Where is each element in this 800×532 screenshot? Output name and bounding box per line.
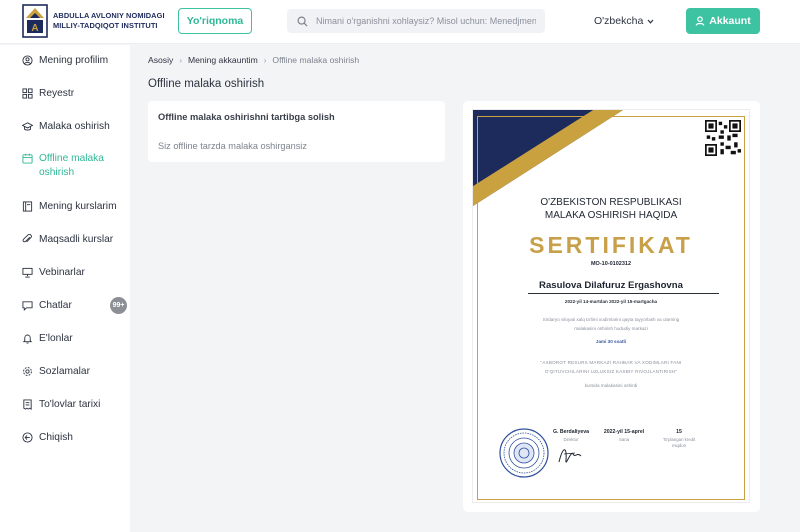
sidebar-item-registry[interactable]: Reyestr [22,87,130,101]
certificate-description-line-2: malakasini oshirish hududiy markazi [574,326,648,331]
signature-icon [558,449,582,463]
issue-date-label: Sana [618,437,630,442]
receipt-icon [23,399,32,410]
logo-line-2: MILLIY-TADQIQOT INSTITUTI [53,21,158,30]
certificate-heading: O'ZBEKISTON RESPUBLIKASI MALAKA OSHIRISH… [473,196,749,222]
certificate-topic-line-1: "AXBOROT RESURS MARKAZI RAHBAR VA XODIML… [540,360,682,365]
issue-date-value: 2022-yil 15-aprel [603,429,645,435]
sidebar-item-label: Mening kurslarim [39,201,117,212]
sidebar-item-my-courses[interactable]: Mening kurslarim [22,200,130,214]
chevron-right-icon: › [179,55,182,65]
account-button[interactable]: Akkaunt [686,8,760,34]
sidebar-item-label: Offline malaka oshirish [39,153,104,178]
certificate-holder-name: Rasulova Dilafuruz Ergashovna [539,280,683,291]
breadcrumb-current: Offline malaka oshirish [272,55,360,65]
certificate-hours: Jami 30 soatli [595,339,627,344]
account-label: Akkaunt [709,15,751,27]
sidebar-item-label: Reyestr [39,88,75,99]
certificate-heading-line-1: O'ZBEKISTON RESPUBLIKASI [540,197,682,208]
sidebar-item-label: Maqsadli kurslar [39,234,114,245]
language-label: O'zbekcha [594,15,644,27]
official-seal-icon [499,428,549,478]
breadcrumb: Asosiy › Mening akkauntim › Offline mala… [148,55,359,65]
sidebar-item-label: E'lonlar [39,333,73,344]
sidebar-item-webinars[interactable]: Vebinarlar [22,266,130,280]
certificate-title: SERTIFIKAT [529,232,693,258]
user-circle-icon [22,55,33,66]
certificate-heading-line-2: MALAKA OSHIRISH HAQIDA [544,210,678,221]
search-input[interactable] [316,16,536,26]
paperclip-icon [22,234,32,243]
institute-logo[interactable]: A ABDULLA AVLONIY NOMIDAGI MILLIY-TADQIQ… [22,4,165,38]
director-block: G. Berdaliyeva Direktor [545,429,597,443]
credit-label-line-2: miqdori [671,443,687,448]
breadcrumb-account[interactable]: Mening akkauntim [188,55,258,65]
graduation-cap-icon [22,122,33,131]
breadcrumb-home[interactable]: Asosiy [148,55,173,65]
search-box[interactable] [287,9,545,33]
top-header: A ABDULLA AVLONIY NOMIDAGI MILLIY-TADQIQ… [0,0,800,44]
certificate-number: MO-10-0102312 [590,261,632,267]
chevron-down-icon [647,19,654,24]
user-icon [695,16,705,26]
sidebar-item-offline-training[interactable]: Offline malaka oshirish [22,152,130,180]
certificate-description: Sirdaryo viloyati xalq ta'limi xodimlari… [473,315,749,333]
logout-icon [22,432,33,443]
bell-icon [22,334,33,344]
certificate-completion-text: kursida malakasini oshirdi [584,383,638,388]
sidebar-item-profile[interactable]: Mening profilim [22,54,130,68]
sidebar-item-announcements[interactable]: E'lonlar [22,332,130,346]
offline-training-info-card: Offline malaka oshirishni tartibga solis… [148,101,445,162]
sidebar-item-label: Chatlar [39,300,72,311]
certificate-document[interactable]: O'ZBEKISTON RESPUBLIKASI MALAKA OSHIRISH… [473,110,749,502]
info-card-title: Offline malaka oshirishni tartibga solis… [158,112,335,122]
sidebar-item-label: Chiqish [39,432,73,443]
director-label: Direktor [563,437,579,442]
director-name: G. Berdaliyeva [552,429,590,435]
certificate-card: O'ZBEKISTON RESPUBLIKASI MALAKA OSHIRISH… [463,101,760,512]
presentation-icon [22,267,33,278]
credit-label: To'plangan kredit miqdori [655,437,703,449]
sidebar-item-training[interactable]: Malaka oshirish [22,120,130,134]
name-underline [528,293,719,294]
sidebar-item-label: Mening profilim [39,55,109,66]
certificate-topic-line-2: O'QITUVCHILARINI UZLUKSIZ KASBIY RIVOJLA… [544,369,678,374]
chat-icon [22,301,33,311]
sidebar: Mening profilim Reyestr Malaka oshirish … [0,45,130,532]
sidebar-item-label: Sozlamalar [39,366,90,377]
search-icon [297,16,308,27]
page-title: Offline malaka oshirish [148,78,265,90]
issue-date-block: 2022-yil 15-aprel Sana [595,429,653,443]
language-selector[interactable]: O'zbekcha [594,15,654,27]
info-card-subtitle: Siz offline tarzda malaka oshirgansiz [158,141,307,151]
gear-icon [23,367,32,376]
calendar-icon [22,153,33,164]
guide-button[interactable]: Yo'riqnoma [178,8,252,34]
grid-icon [22,88,33,99]
certificate-description-line-1: Sirdaryo viloyati xalq ta'limi xodimlari… [542,317,680,322]
book-icon [22,201,33,212]
certificate-dates: 2022-yil 14-martdan 2022-yil 15-martgach… [564,299,658,304]
qr-code-icon [705,120,741,156]
sidebar-item-settings[interactable]: Sozlamalar [22,365,130,379]
sidebar-item-logout[interactable]: Chiqish [22,431,130,445]
svg-text:A: A [31,23,38,34]
certificate-course-topic: "AXBOROT RESURS MARKAZI RAHBAR VA XODIML… [473,358,749,376]
logo-emblem-icon: A [22,4,48,38]
credit-block: 15 To'plangan kredit miqdori [655,429,703,449]
chevron-right-icon: › [263,55,267,65]
sidebar-item-label: To'lovlar tarixi [39,399,101,410]
logo-line-1: ABDULLA AVLONIY NOMIDAGI [53,11,165,20]
sidebar-item-label: Malaka oshirish [39,121,110,132]
credit-value: 15 [676,429,682,435]
sidebar-item-target-courses[interactable]: Maqsadli kurslar [22,233,130,247]
sidebar-item-label: Vebinarlar [39,267,85,278]
chat-count-badge: 99+ [110,297,127,314]
sidebar-item-payment-history[interactable]: To'lovlar tarixi [22,398,130,412]
